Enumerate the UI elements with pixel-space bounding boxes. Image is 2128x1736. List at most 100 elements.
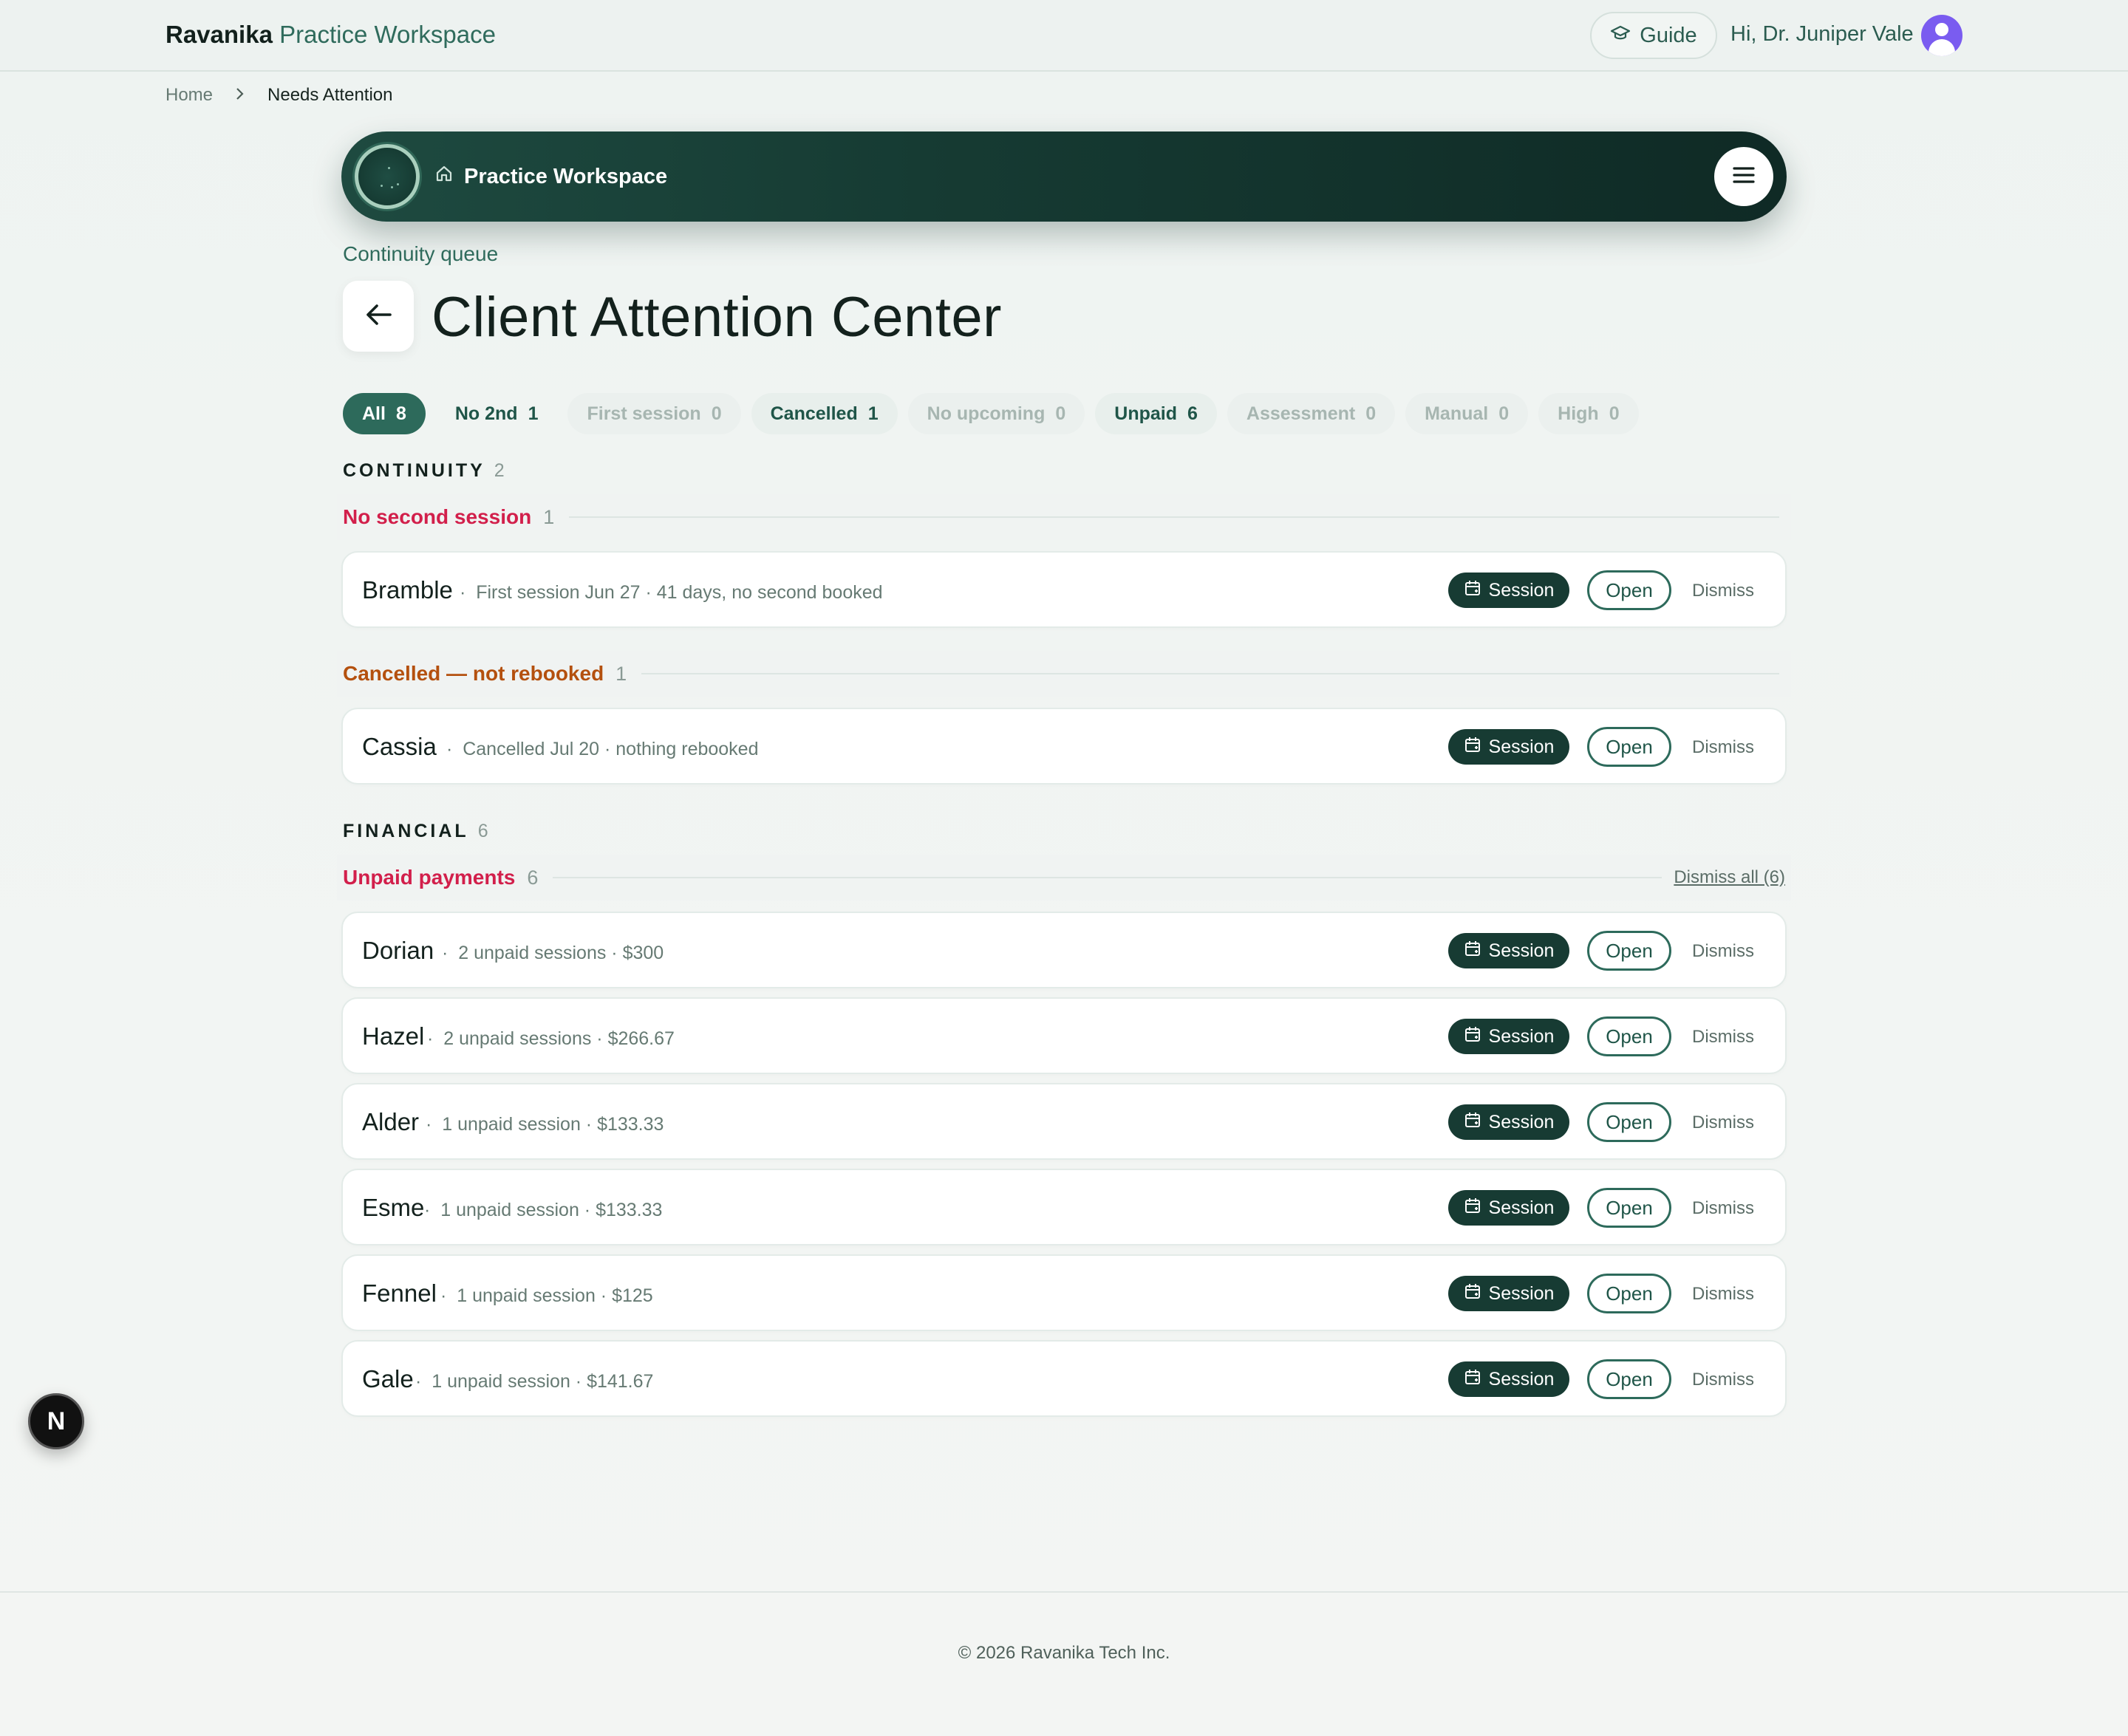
chip-label: No 2nd bbox=[454, 403, 518, 424]
session-button[interactable]: Session bbox=[1448, 1104, 1569, 1140]
logo-dot bbox=[397, 183, 399, 185]
open-button[interactable]: Open bbox=[1587, 931, 1671, 971]
divider bbox=[641, 673, 1779, 674]
session-button[interactable]: Session bbox=[1448, 933, 1569, 968]
client-name[interactable]: Dorian bbox=[362, 937, 434, 965]
open-button[interactable]: Open bbox=[1587, 1274, 1671, 1313]
guide-button[interactable]: Guide bbox=[1590, 12, 1717, 59]
dismiss-button[interactable]: Dismiss bbox=[1692, 1198, 1754, 1219]
user-greeting: Hi, Dr. Juniper Vale bbox=[1730, 22, 1914, 46]
session-button[interactable]: Session bbox=[1448, 1276, 1569, 1311]
client-meta: · Cancelled Jul 20 · nothing rebooked bbox=[446, 739, 759, 759]
session-button[interactable]: Session bbox=[1448, 1190, 1569, 1226]
client-meta: · 1 unpaid session · $141.67 bbox=[415, 1371, 654, 1392]
client-name[interactable]: Cassia bbox=[362, 733, 437, 761]
filter-chip-no-upcoming[interactable]: No upcoming 0 bbox=[907, 393, 1085, 434]
floating-action-button[interactable]: N bbox=[28, 1393, 84, 1449]
open-button[interactable]: Open bbox=[1587, 1359, 1671, 1399]
chip-label: Unpaid bbox=[1114, 403, 1177, 424]
dismiss-button[interactable]: Dismiss bbox=[1692, 941, 1754, 962]
client-meta-text: First session Jun 27 · 41 days, no secon… bbox=[476, 582, 883, 603]
session-button[interactable]: Session bbox=[1448, 729, 1569, 765]
client-meta-text: 2 unpaid sessions · $266.67 bbox=[443, 1028, 675, 1049]
group-header-cancelled: Cancelled — not rebooked 1 bbox=[337, 651, 1791, 697]
client-name[interactable]: Hazel bbox=[362, 1022, 424, 1050]
workspace-header-bar: Practice Workspace bbox=[341, 131, 1787, 222]
session-button[interactable]: Session bbox=[1448, 1019, 1569, 1054]
guide-label: Guide bbox=[1640, 23, 1697, 47]
logo-dot bbox=[391, 186, 393, 188]
list-item: Esme · 1 unpaid session · $133.33 Sessio… bbox=[341, 1169, 1787, 1245]
client-name[interactable]: Bramble bbox=[362, 576, 453, 604]
chip-count: 0 bbox=[1498, 403, 1510, 424]
chip-label: First session bbox=[587, 403, 701, 424]
chip-count: 1 bbox=[528, 403, 539, 424]
filter-chip-manual[interactable]: Manual 0 bbox=[1405, 393, 1529, 434]
session-button-label: Session bbox=[1488, 1197, 1555, 1218]
avatar-body-shape bbox=[1928, 39, 1955, 56]
filter-chip-no-2nd[interactable]: No 2nd 1 bbox=[436, 393, 558, 434]
user-avatar[interactable] bbox=[1921, 15, 1962, 56]
open-button[interactable]: Open bbox=[1587, 570, 1671, 610]
client-meta-text: 1 unpaid session · $133.33 bbox=[440, 1200, 663, 1220]
section-count: 6 bbox=[477, 821, 488, 841]
workspace-title[interactable]: Practice Workspace bbox=[434, 164, 667, 189]
chip-count: 8 bbox=[395, 403, 406, 424]
session-button[interactable]: Session bbox=[1448, 573, 1569, 608]
home-icon bbox=[434, 164, 454, 189]
chip-count: 0 bbox=[1055, 403, 1066, 424]
calendar-icon bbox=[1464, 1111, 1481, 1134]
chip-label: High bbox=[1558, 403, 1599, 424]
session-button-label: Session bbox=[1488, 1368, 1555, 1390]
arrow-left-icon bbox=[364, 302, 393, 331]
open-button[interactable]: Open bbox=[1587, 1188, 1671, 1228]
top-bar: Ravanika Practice Workspace Guide Hi, Dr… bbox=[0, 0, 2128, 72]
calendar-icon bbox=[1464, 736, 1481, 759]
client-meta: · 2 unpaid sessions · $300 bbox=[442, 943, 664, 963]
calendar-icon bbox=[1464, 1025, 1481, 1048]
filter-chips: All 8 No 2nd 1 First session 0 Cancelled 1 N… bbox=[343, 393, 1639, 434]
filter-chip-unpaid[interactable]: Unpaid 6 bbox=[1095, 393, 1217, 434]
dismiss-button[interactable]: Dismiss bbox=[1692, 1113, 1754, 1133]
breadcrumb-current: Needs Attention bbox=[267, 84, 393, 105]
chip-count: 6 bbox=[1187, 403, 1198, 424]
list-item: Bramble · First session Jun 27 · 41 days… bbox=[341, 551, 1787, 628]
back-button[interactable] bbox=[343, 281, 414, 352]
dismiss-button[interactable]: Dismiss bbox=[1692, 1284, 1754, 1305]
workspace-title-text: Practice Workspace bbox=[464, 164, 668, 188]
open-button[interactable]: Open bbox=[1587, 1016, 1671, 1056]
filter-chip-assessment[interactable]: Assessment 0 bbox=[1227, 393, 1396, 434]
divider bbox=[569, 516, 1779, 518]
client-name[interactable]: Alder bbox=[362, 1108, 419, 1136]
chip-label: Manual bbox=[1425, 403, 1489, 424]
divider bbox=[553, 877, 1662, 878]
dismiss-button[interactable]: Dismiss bbox=[1692, 581, 1754, 601]
chip-count: 1 bbox=[867, 403, 879, 424]
client-name[interactable]: Fennel bbox=[362, 1279, 437, 1308]
breadcrumb-home-link[interactable]: Home bbox=[166, 85, 213, 106]
open-button[interactable]: Open bbox=[1587, 1102, 1671, 1142]
client-name[interactable]: Gale bbox=[362, 1365, 414, 1393]
dismiss-button[interactable]: Dismiss bbox=[1692, 1027, 1754, 1048]
open-button[interactable]: Open bbox=[1587, 727, 1671, 767]
logo-dot bbox=[381, 185, 383, 187]
session-button-label: Session bbox=[1488, 736, 1555, 757]
filter-chip-high[interactable]: High 0 bbox=[1538, 393, 1639, 434]
session-button[interactable]: Session bbox=[1448, 1361, 1569, 1397]
group-count: 1 bbox=[543, 505, 555, 528]
group-count: 6 bbox=[527, 866, 539, 889]
filter-chip-cancelled[interactable]: Cancelled 1 bbox=[751, 393, 898, 434]
client-name[interactable]: Esme bbox=[362, 1194, 424, 1222]
menu-button[interactable] bbox=[1714, 147, 1773, 206]
filter-chip-first-session[interactable]: First session 0 bbox=[567, 393, 741, 434]
dismiss-button[interactable]: Dismiss bbox=[1692, 737, 1754, 758]
dismiss-button[interactable]: Dismiss bbox=[1692, 1370, 1754, 1390]
filter-chip-all[interactable]: All 8 bbox=[343, 393, 426, 434]
brand-logo-text[interactable]: Ravanika Practice Workspace bbox=[166, 21, 496, 49]
session-button-label: Session bbox=[1488, 579, 1555, 601]
session-button-label: Session bbox=[1488, 940, 1555, 961]
section-title: CONTINUITY bbox=[343, 460, 485, 481]
section-title: FINANCIAL bbox=[343, 821, 469, 841]
dismiss-all-button[interactable]: Dismiss all (6) bbox=[1674, 867, 1785, 888]
workspace-logo[interactable] bbox=[355, 144, 420, 209]
